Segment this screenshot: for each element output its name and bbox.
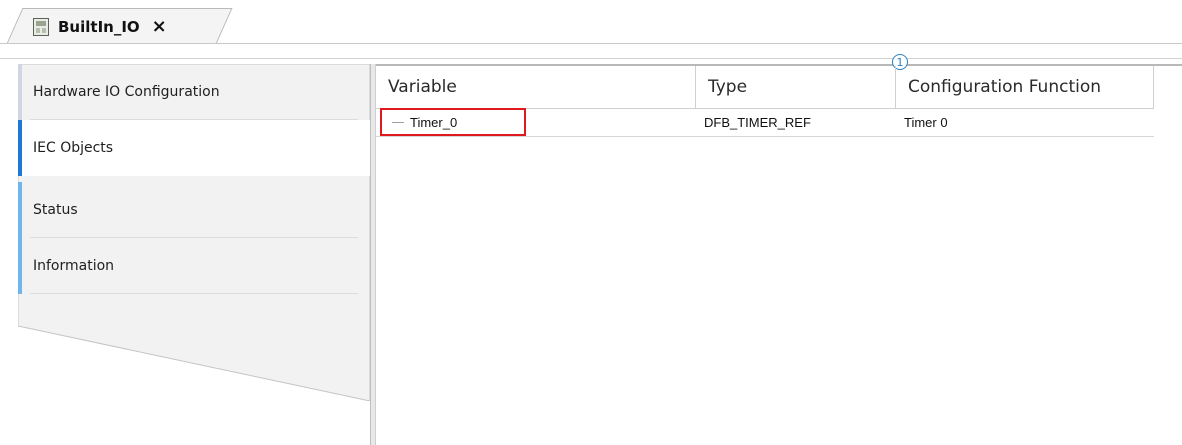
column-header-variable[interactable]: Variable bbox=[376, 66, 696, 108]
device-editor: Hardware IO Configuration IEC Objects St… bbox=[0, 44, 1182, 445]
sidebar-item-accent bbox=[18, 120, 22, 176]
column-header-type[interactable]: Type bbox=[696, 66, 896, 108]
editor-sidebar: Hardware IO Configuration IEC Objects St… bbox=[18, 64, 370, 401]
document-tab[interactable]: BuiltIn_IO × bbox=[32, 10, 167, 44]
table-header-row: Variable Type Configuration Function bbox=[376, 66, 1154, 109]
sidebar-item-label: Status bbox=[33, 202, 78, 218]
sidebar-item-accent bbox=[18, 238, 22, 294]
device-module-icon bbox=[32, 17, 50, 37]
sidebar-item-accent bbox=[18, 182, 22, 238]
sidebar-item-iec-objects[interactable]: IEC Objects bbox=[18, 120, 370, 176]
cell-variable[interactable]: Timer_0 bbox=[376, 108, 696, 136]
sidebar-item-hardware-io-configuration[interactable]: Hardware IO Configuration bbox=[18, 64, 370, 120]
column-header-configuration-function[interactable]: Configuration Function bbox=[896, 66, 1154, 108]
sidebar-item-label: Hardware IO Configuration bbox=[33, 84, 220, 100]
table-row[interactable]: Timer_0 DFB_TIMER_REF Timer 0 bbox=[376, 108, 1154, 137]
cell-configuration-function[interactable]: Timer 0 bbox=[896, 108, 1154, 136]
sidebar-item-label: Information bbox=[33, 258, 115, 274]
document-tab-title: BuiltIn_IO bbox=[58, 18, 140, 36]
editor-top-divider bbox=[0, 58, 1182, 59]
variable-name: Timer_0 bbox=[410, 114, 458, 130]
sidebar-separator bbox=[30, 293, 358, 294]
tree-connector bbox=[392, 121, 404, 123]
sidebar-item-accent bbox=[18, 64, 22, 120]
sidebar-item-label: IEC Objects bbox=[33, 140, 114, 156]
close-icon[interactable]: × bbox=[152, 18, 167, 36]
sidebar-item-status[interactable]: Status bbox=[18, 182, 370, 238]
cell-type[interactable]: DFB_TIMER_REF bbox=[696, 108, 896, 136]
sidebar-item-information[interactable]: Information bbox=[18, 238, 370, 294]
document-tab-strip: BuiltIn_IO × bbox=[0, 0, 1182, 45]
